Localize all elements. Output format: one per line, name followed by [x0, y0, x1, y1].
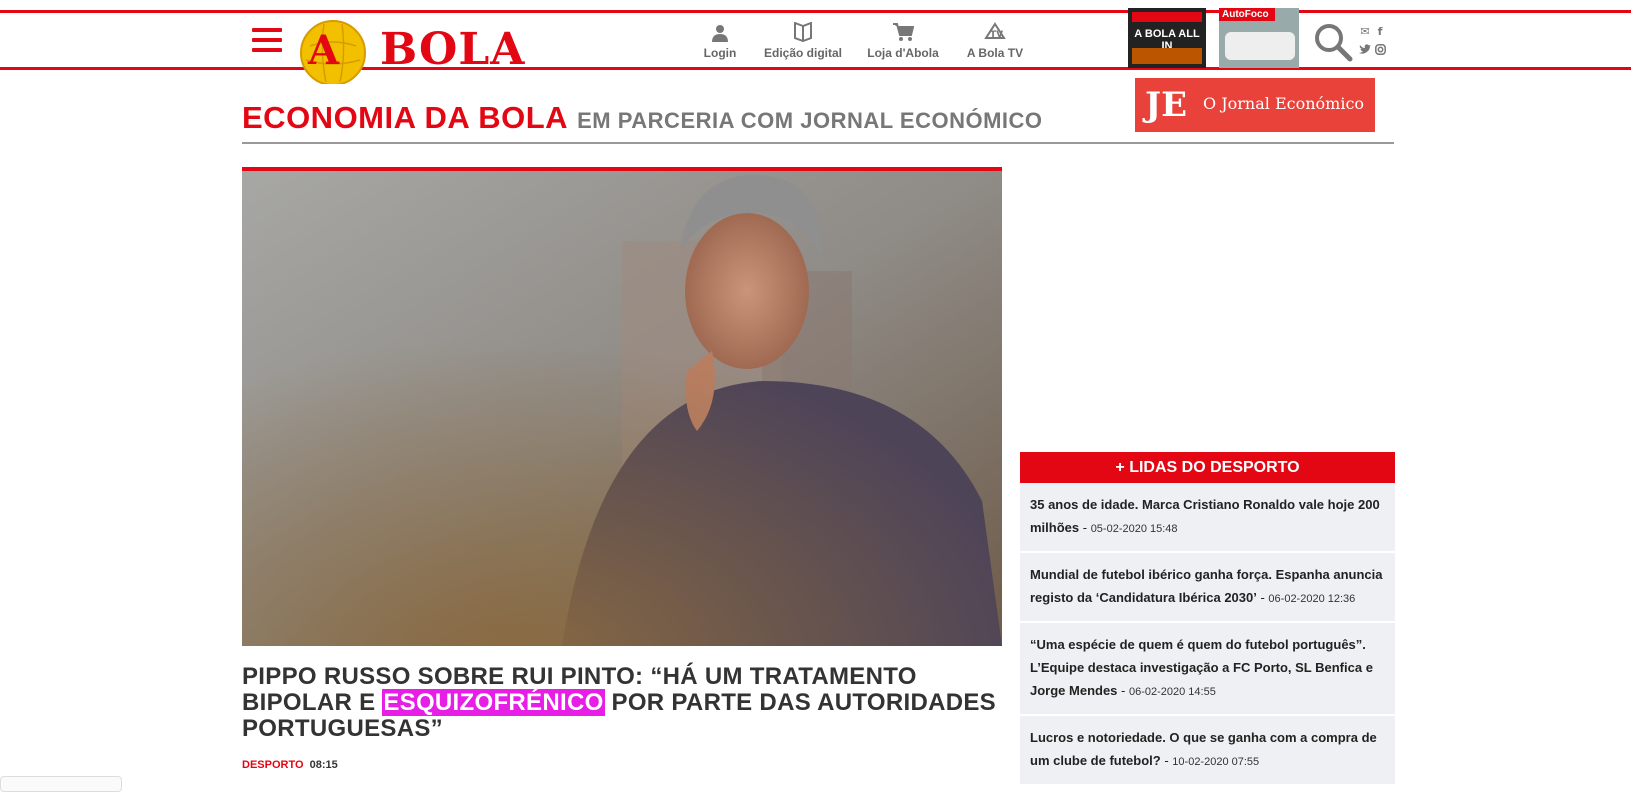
- most-read-panel: + LIDAS DO DESPORTO 35 anos de idade. Ma…: [1020, 452, 1395, 786]
- list-item[interactable]: Lucros e notoriedade. O que se ganha com…: [1020, 716, 1395, 786]
- svg-text:BOLA: BOLA: [380, 24, 525, 75]
- nav-login[interactable]: Login: [675, 22, 765, 60]
- cart-icon: [858, 22, 948, 42]
- section-heading: ECONOMIA DA BOLA EM PARCERIA COM JORNAL …: [242, 100, 1043, 136]
- bottom-floating-tab[interactable]: [0, 776, 122, 792]
- menu-hamburger-icon[interactable]: [252, 28, 282, 52]
- nav-edicao-digital[interactable]: Edição digital: [758, 22, 848, 60]
- list-item[interactable]: Mundial de futebol ibérico ganha força. …: [1020, 553, 1395, 623]
- search-icon[interactable]: [1313, 22, 1353, 62]
- svg-text:TV: TV: [990, 30, 1003, 40]
- section-subtitle: EM PARCERIA COM JORNAL ECONÓMICO: [577, 108, 1043, 133]
- nav-loja[interactable]: Loja d'Abola: [858, 22, 948, 60]
- nav-abola-tv[interactable]: TV A Bola TV: [950, 22, 1040, 60]
- article-headline[interactable]: PIPPO RUSSO SOBRE RUI PINTO: “HÁ UM TRAT…: [242, 664, 1012, 742]
- tv-icon: TV: [950, 22, 1040, 42]
- autofoco-cover-thumbnail[interactable]: AutoFoco: [1219, 8, 1299, 68]
- most-read-title: + LIDAS DO DESPORTO: [1020, 452, 1395, 483]
- jornal-economico-partner-logo[interactable]: JE O Jornal Económico: [1135, 78, 1375, 132]
- book-icon: [758, 22, 848, 42]
- article-category[interactable]: DESPORTO: [242, 759, 304, 771]
- article-hero-image[interactable]: [242, 167, 1002, 646]
- section-divider: [242, 142, 1394, 144]
- abola-cover-thumbnail[interactable]: A BOLA ALL IN: [1128, 8, 1206, 68]
- article-time: 08:15: [309, 759, 338, 771]
- instagram-icon[interactable]: [1374, 44, 1386, 56]
- section-title[interactable]: ECONOMIA DA BOLA: [242, 100, 568, 135]
- list-item[interactable]: 35 anos de idade. Marca Cristiano Ronald…: [1020, 483, 1395, 553]
- a-bola-logo[interactable]: A BOLA: [300, 18, 605, 86]
- email-icon[interactable]: ✉: [1359, 26, 1371, 38]
- facebook-icon[interactable]: f: [1374, 26, 1386, 38]
- list-item[interactable]: “Uma espécie de quem é quem do futebol p…: [1020, 623, 1395, 716]
- twitter-icon[interactable]: [1359, 44, 1371, 56]
- highlighted-word: ESQUIZOFRÉNICO: [382, 689, 605, 716]
- article-meta: DESPORTO 08:15: [242, 759, 338, 771]
- svg-text:A: A: [307, 27, 340, 74]
- user-icon: [675, 22, 765, 42]
